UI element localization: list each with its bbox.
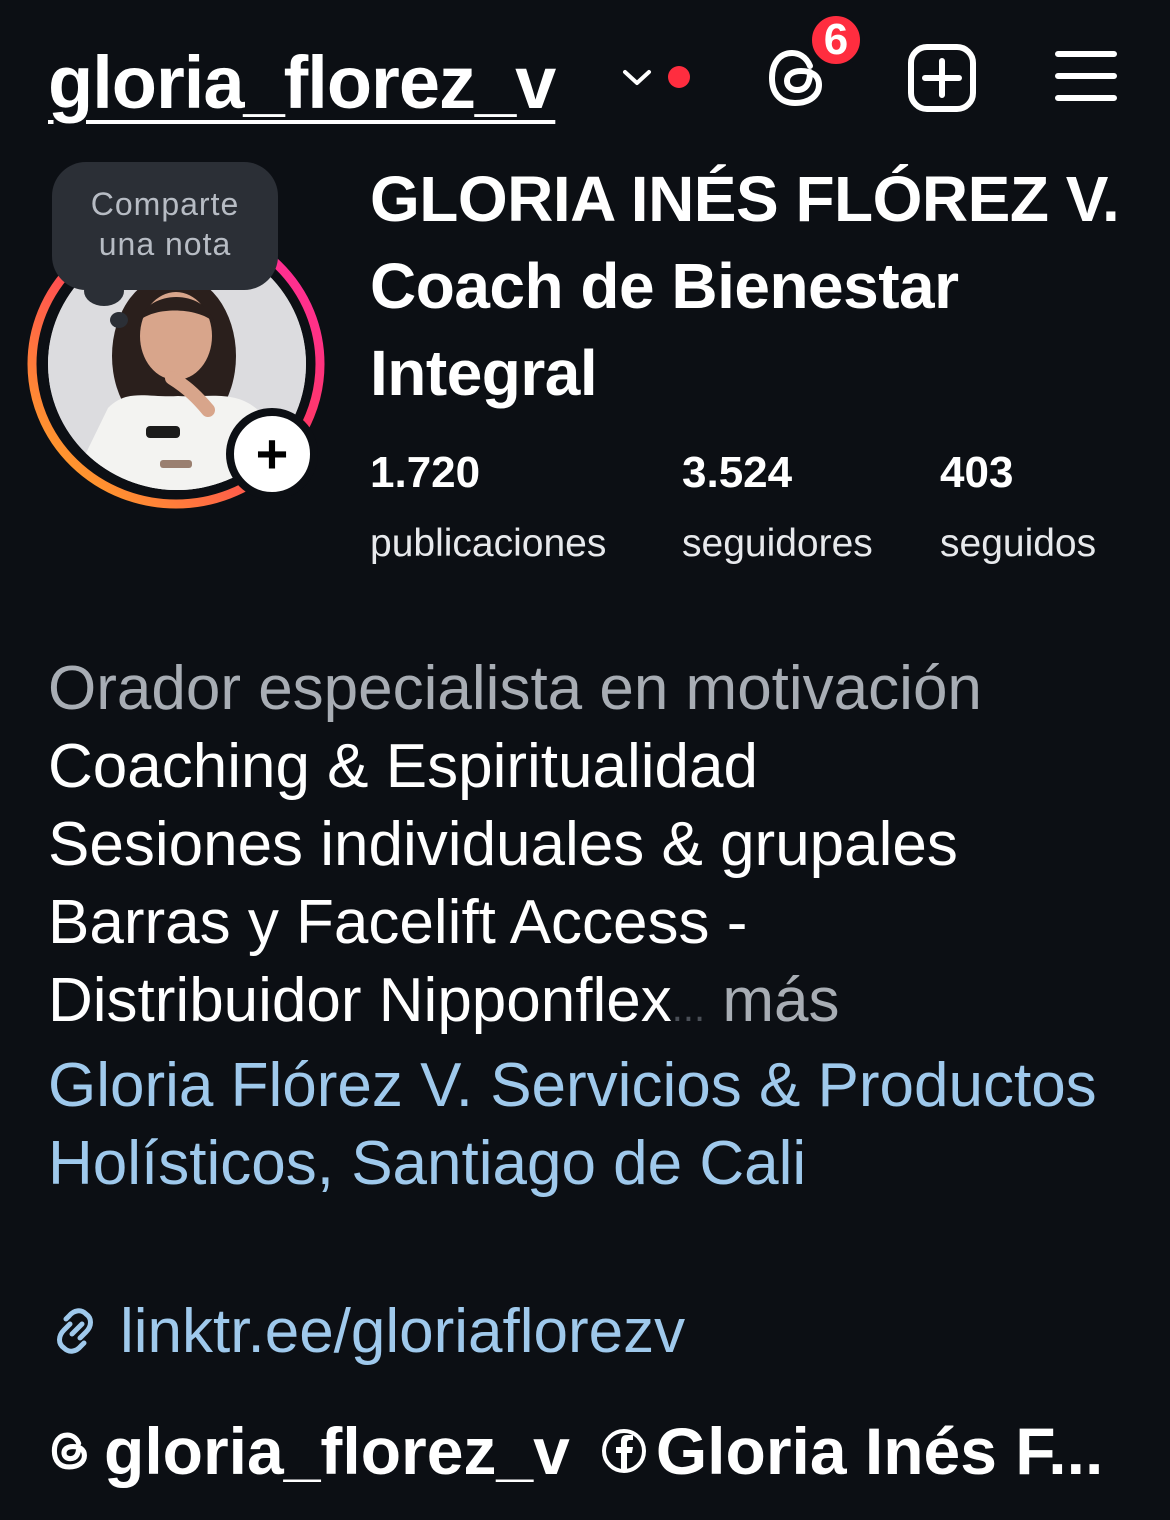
- bio-line: Sesiones individuales & grupales: [48, 810, 958, 879]
- facebook-icon: [601, 1429, 646, 1473]
- bio: Orador especialista en motivación Coachi…: [48, 650, 1148, 1203]
- bio-link[interactable]: linktr.ee/gloriaflorezv: [48, 1292, 685, 1370]
- notification-badge: 6: [808, 12, 864, 68]
- threads-icon: [51, 1432, 87, 1470]
- share-note-bubble[interactable]: Comparte una nota: [52, 162, 278, 290]
- more-button[interactable]: más: [722, 966, 839, 1035]
- note-bubble-line2: una nota: [98, 226, 232, 262]
- bio-line-text: Distribuidor Nipponflex: [48, 966, 672, 1035]
- bio-line: Coaching & Espiritualidad: [48, 732, 758, 801]
- link-text[interactable]: linktr.ee/gloriaflorezv: [120, 1296, 685, 1367]
- add-story-button[interactable]: +: [226, 408, 318, 500]
- linked-profiles: gloria_florez_v Gloria Inés F...: [48, 1406, 1103, 1496]
- username-switcher[interactable]: gloria_florez_v: [48, 38, 556, 128]
- red-dot-icon: [668, 66, 690, 88]
- followers-count[interactable]: 3.524: [682, 448, 792, 498]
- link-icon: [57, 1308, 93, 1354]
- followers-label[interactable]: seguidores: [682, 522, 873, 566]
- profile-full-name: GLORIA INÉS FLÓREZ V. Coach de Bienestar…: [370, 163, 1120, 409]
- facebook-profile-link[interactable]: Gloria Inés F...: [656, 1413, 1103, 1489]
- note-bubble-tail-dot: [110, 312, 128, 328]
- posts-count[interactable]: 1.720: [370, 448, 480, 498]
- business-place-link[interactable]: Gloria Flórez V. Servicios & Productos H…: [48, 1047, 1148, 1203]
- bio-line: Barras y Facelift Access -: [48, 888, 748, 957]
- bio-ellipsis: ...: [671, 986, 706, 1030]
- bio-last-line: Distribuidor Nipponflex... más: [48, 962, 1148, 1047]
- posts-label[interactable]: publicaciones: [370, 522, 606, 566]
- plus-square-icon[interactable]: [906, 42, 978, 114]
- threads-handle-link[interactable]: gloria_florez_v: [104, 1413, 570, 1489]
- chevron-down-icon[interactable]: [620, 60, 654, 94]
- following-label[interactable]: seguidos: [940, 522, 1096, 566]
- note-bubble-line1: Comparte: [90, 186, 240, 222]
- bio-category: Orador especialista en motivación: [48, 654, 982, 723]
- hamburger-menu-icon[interactable]: [1052, 46, 1120, 106]
- following-count[interactable]: 403: [940, 448, 1013, 498]
